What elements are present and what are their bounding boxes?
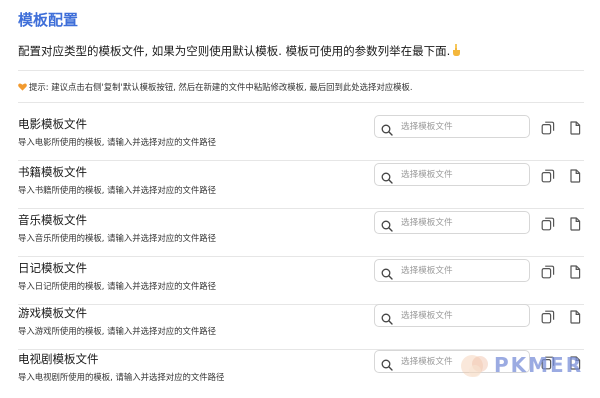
pkmer-watermark: PKMER xyxy=(458,349,596,383)
setting-title: 书籍模板文件 xyxy=(18,165,87,179)
open-template-file-button[interactable] xyxy=(568,120,582,135)
template-path-input[interactable] xyxy=(401,261,525,280)
setting-description: 导入书籍所使用的模板, 请输入并选择对应的文件路径 xyxy=(18,185,216,195)
setting-title: 电影模板文件 xyxy=(18,117,87,131)
file-icon xyxy=(570,265,581,279)
open-template-file-button[interactable] xyxy=(568,309,582,324)
setting-description: 导入电影所使用的模板, 请输入并选择对应的文件路径 xyxy=(18,137,216,147)
copy-template-button[interactable] xyxy=(541,309,555,324)
divider xyxy=(18,70,584,71)
intro-label: 配置对应类型的模板文件, 如果为空则使用默认模板. 模板可使用的参数列举在最下面… xyxy=(18,44,451,58)
tip-text: 提示: 建议点击右侧'复制'默认模板按钮, 然后在新建的文件中粘贴修改模板, 最… xyxy=(18,81,413,93)
orange-heart-icon xyxy=(18,83,27,91)
setting-description: 导入电视剧所使用的模板, 请输入并选择对应的文件路径 xyxy=(18,372,225,382)
watermark-text: PKMER xyxy=(494,353,584,377)
open-template-file-button[interactable] xyxy=(568,216,582,231)
setting-description: 导入游戏所使用的模板, 请输入并选择对应的文件路径 xyxy=(18,326,216,336)
intro-text: 配置对应类型的模板文件, 如果为空则使用默认模板. 模板可使用的参数列举在最下面… xyxy=(18,43,461,59)
setting-description: 导入日记所使用的模板, 请输入并选择对应的文件路径 xyxy=(18,281,216,291)
setting-title: 游戏模板文件 xyxy=(18,306,87,320)
setting-description: 导入音乐所使用的模板, 请输入并选择对应的文件路径 xyxy=(18,233,216,243)
copy-icon xyxy=(541,121,555,135)
copy-icon xyxy=(541,169,555,183)
template-path-input[interactable] xyxy=(401,213,525,232)
setting-row-game-template: 游戏模板文件 导入游戏所使用的模板, 请输入并选择对应的文件路径 xyxy=(18,302,584,350)
file-icon xyxy=(570,217,581,231)
setting-title: 电视剧模板文件 xyxy=(18,352,99,366)
file-icon xyxy=(570,310,581,324)
setting-title: 音乐模板文件 xyxy=(18,213,87,227)
template-path-input[interactable] xyxy=(401,117,525,136)
copy-template-button[interactable] xyxy=(541,264,555,279)
search-icon xyxy=(381,310,393,325)
hand-pointing-down-icon xyxy=(452,44,461,57)
setting-row-diary-template: 日记模板文件 导入日记所使用的模板, 请输入并选择对应的文件路径 xyxy=(18,257,584,305)
setting-row-movie-template: 电影模板文件 导入电影所使用的模板, 请输入并选择对应的文件路径 xyxy=(18,113,584,161)
page-title: 模板配置 xyxy=(18,11,79,29)
setting-title: 日记模板文件 xyxy=(18,261,87,275)
template-path-input[interactable] xyxy=(401,306,525,325)
template-search-box[interactable] xyxy=(374,259,530,282)
template-search-box[interactable] xyxy=(374,304,530,327)
tip-label: 提示: 建议点击右侧'复制'默认模板按钮, 然后在新建的文件中粘贴修改模板, 最… xyxy=(29,82,413,92)
copy-icon xyxy=(541,217,555,231)
template-search-box[interactable] xyxy=(374,211,530,234)
copy-template-button[interactable] xyxy=(541,216,555,231)
open-template-file-button[interactable] xyxy=(568,168,582,183)
copy-template-button[interactable] xyxy=(541,168,555,183)
copy-icon xyxy=(541,310,555,324)
divider xyxy=(18,102,584,103)
search-icon xyxy=(381,121,393,136)
copy-icon xyxy=(541,265,555,279)
setting-row-music-template: 音乐模板文件 导入音乐所使用的模板, 请输入并选择对应的文件路径 xyxy=(18,209,584,257)
search-icon xyxy=(381,169,393,184)
open-template-file-button[interactable] xyxy=(568,264,582,279)
search-icon xyxy=(381,217,393,232)
search-icon xyxy=(381,356,393,371)
search-icon xyxy=(381,265,393,280)
template-path-input[interactable] xyxy=(401,165,525,184)
file-icon xyxy=(570,121,581,135)
file-icon xyxy=(570,169,581,183)
setting-row-book-template: 书籍模板文件 导入书籍所使用的模板, 请输入并选择对应的文件路径 xyxy=(18,161,584,209)
copy-template-button[interactable] xyxy=(541,120,555,135)
template-search-box[interactable] xyxy=(374,163,530,186)
template-search-box[interactable] xyxy=(374,115,530,138)
